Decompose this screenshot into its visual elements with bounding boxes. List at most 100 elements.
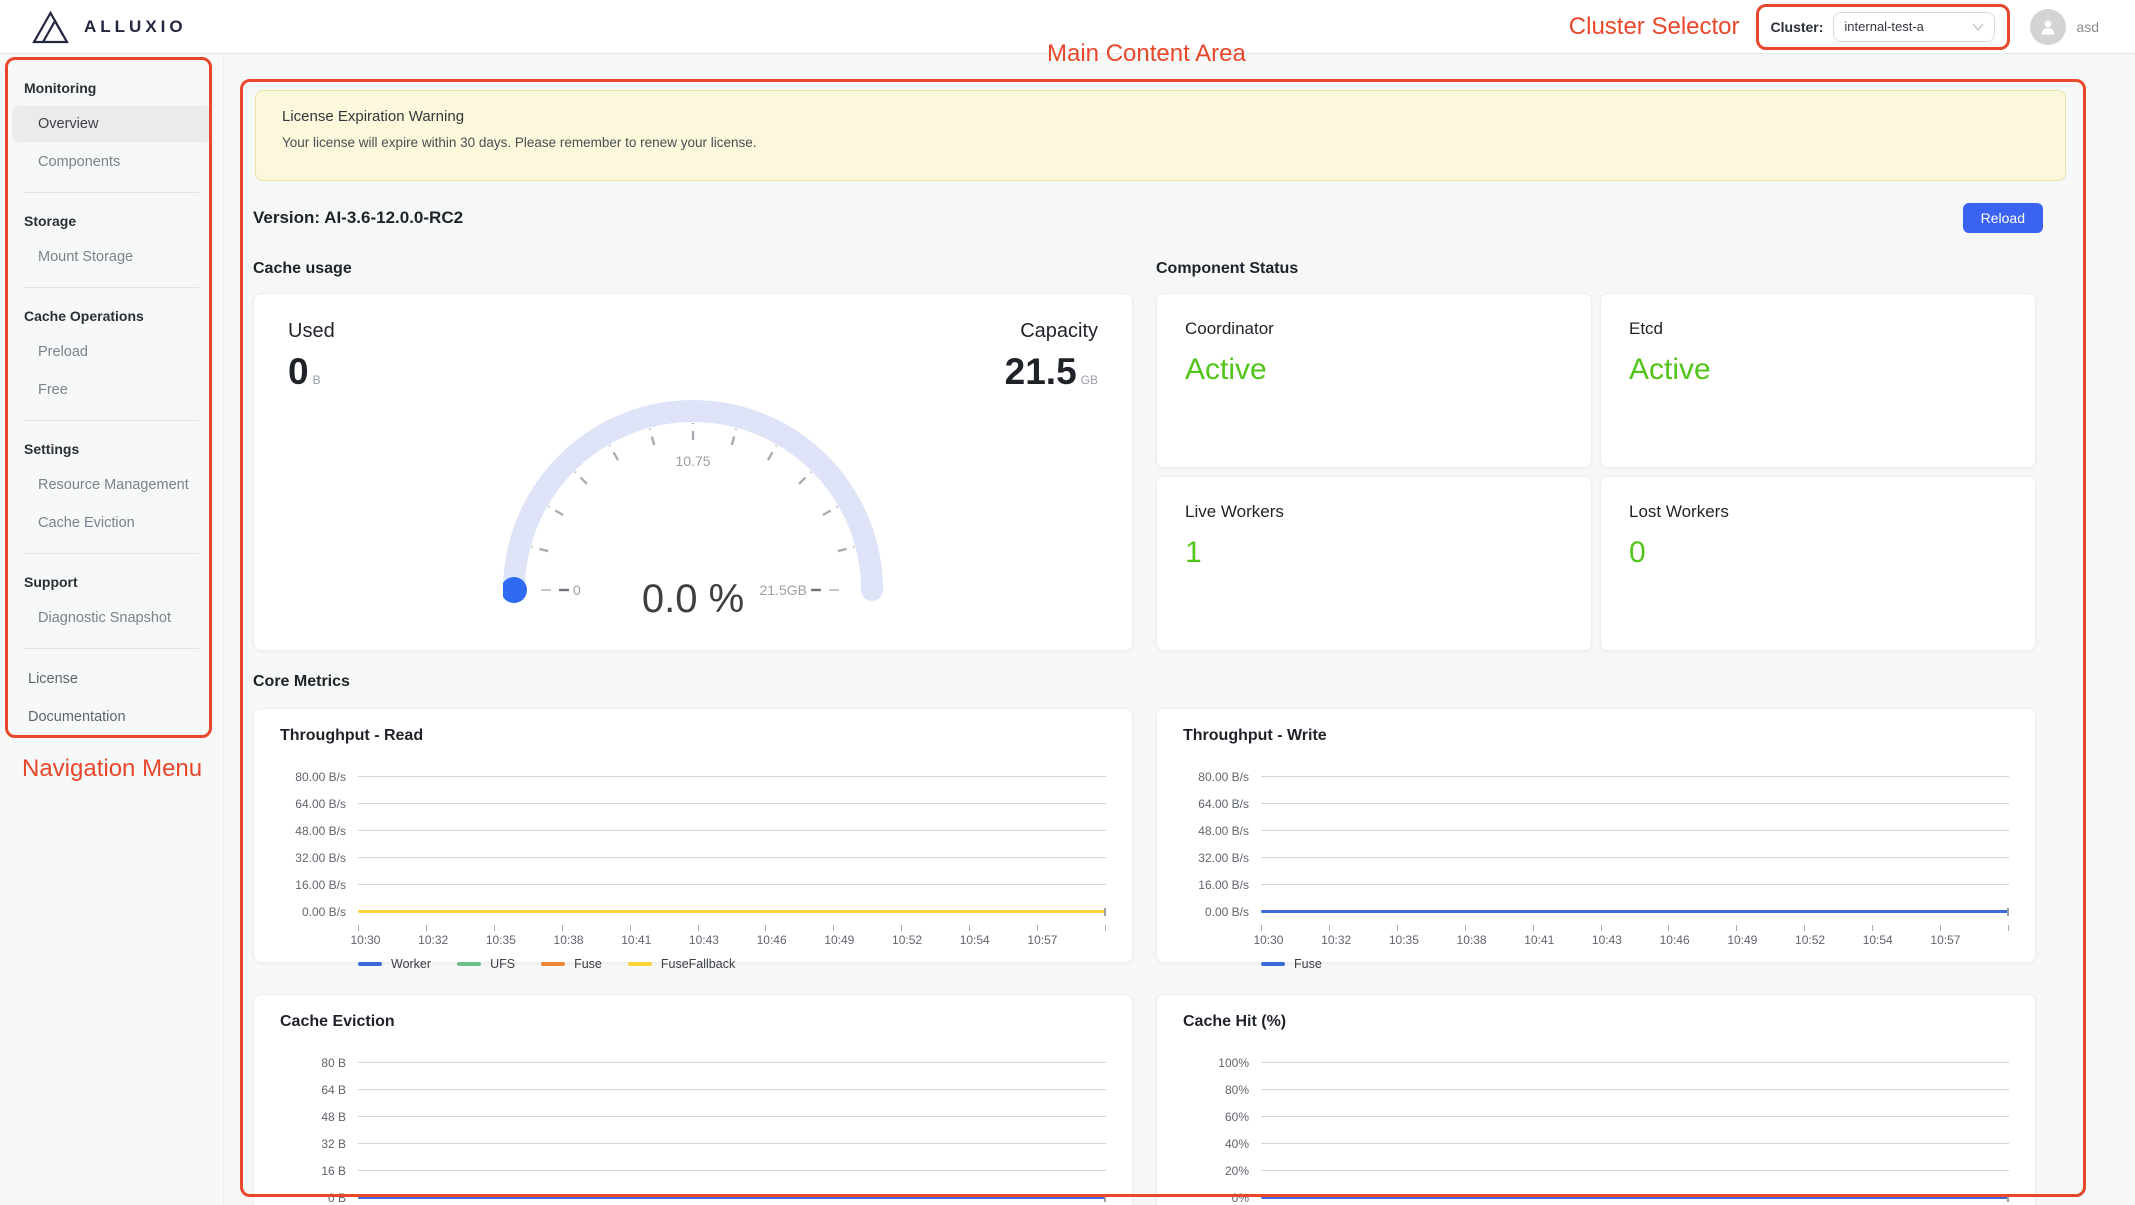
x-axis-label: 10:41 [621, 933, 651, 947]
y-axis-label: 0.00 B/s [280, 905, 358, 919]
cache-usage-title: Cache usage [253, 260, 1133, 284]
component-status-title: Component Status [1156, 260, 2036, 284]
gauge-tick [575, 472, 587, 484]
legend-item-worker: Worker [358, 957, 431, 971]
gridline [1261, 1062, 2009, 1063]
sidebar-divider [24, 287, 199, 288]
x-axis-label: 10:49 [1727, 933, 1757, 947]
cluster-select-value: internal-test-a [1844, 19, 1923, 34]
gauge-mid-label: 10.75 [675, 453, 710, 469]
cluster-label: Cluster: [1771, 19, 1824, 35]
x-axis-labels: 10:3010:3210:3510:3810:4110:4310:4610:49… [1261, 931, 2009, 948]
y-axis-label: 80.00 B/s [280, 770, 358, 784]
data-line [1261, 1196, 2009, 1199]
y-axis-label: 48.00 B/s [1183, 824, 1261, 838]
data-line [358, 910, 1106, 913]
y-axis-label: 16.00 B/s [280, 878, 358, 892]
chart-cache-hit: Cache Hit (%)100%80%60%40%20%0%10:3010:3… [1156, 994, 2036, 1205]
avatar[interactable] [2030, 9, 2066, 45]
reload-button[interactable]: Reload [1963, 203, 2043, 233]
chart-gridline-row: 0% [1183, 1184, 2009, 1205]
legend-label: Fuse [1294, 957, 1322, 971]
sidebar-item-documentation[interactable]: Documentation [12, 699, 211, 735]
legend-label: Fuse [574, 957, 602, 971]
gridline [1261, 1089, 2009, 1090]
data-line [358, 1196, 1106, 1199]
charts-row-1: Throughput - Read80.00 B/s64.00 B/s48.00… [253, 708, 2036, 963]
status-value: 0 [1629, 536, 2007, 570]
capacity-unit: GB [1081, 373, 1098, 387]
chart-gridline-row: 0.00 B/s [280, 898, 1106, 925]
x-axis-label: 10:38 [554, 933, 584, 947]
x-axis-label: 10:35 [1389, 933, 1419, 947]
chart-gridline-row: 80 B [280, 1049, 1106, 1076]
chart-throughput-read: Throughput - Read80.00 B/s64.00 B/s48.00… [253, 708, 1133, 963]
gauge-min-label: 0 [573, 582, 581, 598]
sidebar-item-overview[interactable]: Overview [12, 106, 211, 142]
x-axis-label: 10:49 [824, 933, 854, 947]
gridline [358, 1170, 1106, 1171]
status-label: Lost Workers [1629, 502, 2007, 522]
y-axis-label: 60% [1183, 1110, 1261, 1124]
sidebar-item-mount-storage[interactable]: Mount Storage [12, 239, 211, 275]
sidebar-item-preload[interactable]: Preload [12, 334, 211, 370]
y-axis-label: 0% [1183, 1191, 1261, 1205]
annotation-navigation-menu: Navigation Menu [22, 755, 202, 783]
used-value: 0B [288, 351, 335, 393]
sidebar-item-components[interactable]: Components [12, 144, 211, 180]
chart-title: Cache Hit (%) [1183, 1013, 2009, 1035]
sidebar-item-free[interactable]: Free [12, 372, 211, 408]
gridline [358, 857, 1106, 858]
gauge-tick [650, 429, 654, 445]
logo-text: ALLUXIO [84, 17, 187, 37]
capacity-block: Capacity 21.5GB [1005, 320, 1098, 393]
y-axis-label: 80.00 B/s [1183, 770, 1261, 784]
legend-swatch [358, 962, 382, 966]
sidebar-item-license[interactable]: License [12, 661, 211, 697]
chart-gridline-row: 32.00 B/s [1183, 844, 2009, 871]
y-axis-label: 64.00 B/s [1183, 797, 1261, 811]
x-axis-label: 10:30 [350, 933, 380, 947]
sidebar-item-resource-management[interactable]: Resource Management [12, 467, 211, 503]
gauge-max-label: 21.5GB [760, 582, 807, 598]
chart-gridline-row: 48.00 B/s [1183, 817, 2009, 844]
status-label: Etcd [1629, 319, 2007, 339]
gridline [1261, 1143, 2009, 1144]
sidebar-nav: MonitoringOverviewComponentsStorageMount… [0, 64, 223, 743]
sidebar-item-cache-eviction[interactable]: Cache Eviction [12, 505, 211, 541]
overview-sections: Cache usage Used 0B Capacity 21.5GB [253, 260, 2036, 651]
legend-swatch [628, 962, 652, 966]
x-axis-label: 10:41 [1524, 933, 1554, 947]
y-axis-label: 48 B [280, 1110, 358, 1124]
x-axis-label: 10:57 [1027, 933, 1057, 947]
x-axis-label: 10:46 [1660, 933, 1690, 947]
status-label: Live Workers [1185, 502, 1563, 522]
used-label: Used [288, 320, 335, 343]
chart-gridline-row: 32.00 B/s [280, 844, 1106, 871]
sidebar-item-diagnostic-snapshot[interactable]: Diagnostic Snapshot [12, 600, 211, 636]
legend-item-fuse: Fuse [1261, 957, 1322, 971]
x-axis-label: 10:52 [1795, 933, 1825, 947]
gridline [1261, 776, 2009, 777]
x-axis-label: 10:32 [418, 933, 448, 947]
x-axis-label: 10:57 [1930, 933, 1960, 947]
status-value: 1 [1185, 536, 1563, 570]
gauge-tick [838, 547, 854, 551]
version-row: Version: AI-3.6-12.0.0-RC2 Reload [253, 202, 2043, 234]
used-unit: B [313, 373, 321, 387]
used-block: Used 0B [288, 320, 335, 393]
chart-gridline-row: 40% [1183, 1130, 2009, 1157]
sidebar-section-settings: Settings [12, 433, 211, 465]
x-axis-label: 10:54 [960, 933, 990, 947]
chart-gridline-row: 100% [1183, 1049, 2009, 1076]
y-axis-label: 0.00 B/s [1183, 905, 1261, 919]
y-axis-label: 0 B [280, 1191, 358, 1205]
version-text: Version: AI-3.6-12.0.0-RC2 [253, 208, 463, 228]
used-number: 0 [288, 351, 309, 392]
sidebar-divider [24, 553, 199, 554]
cluster-select[interactable]: internal-test-a [1833, 12, 1995, 42]
chart-gridline-row: 64 B [280, 1076, 1106, 1103]
legend-item-ufs: UFS [457, 957, 515, 971]
chart-gridline-row: 32 B [280, 1130, 1106, 1157]
cluster-selector-group: Cluster: internal-test-a [1756, 4, 2011, 50]
